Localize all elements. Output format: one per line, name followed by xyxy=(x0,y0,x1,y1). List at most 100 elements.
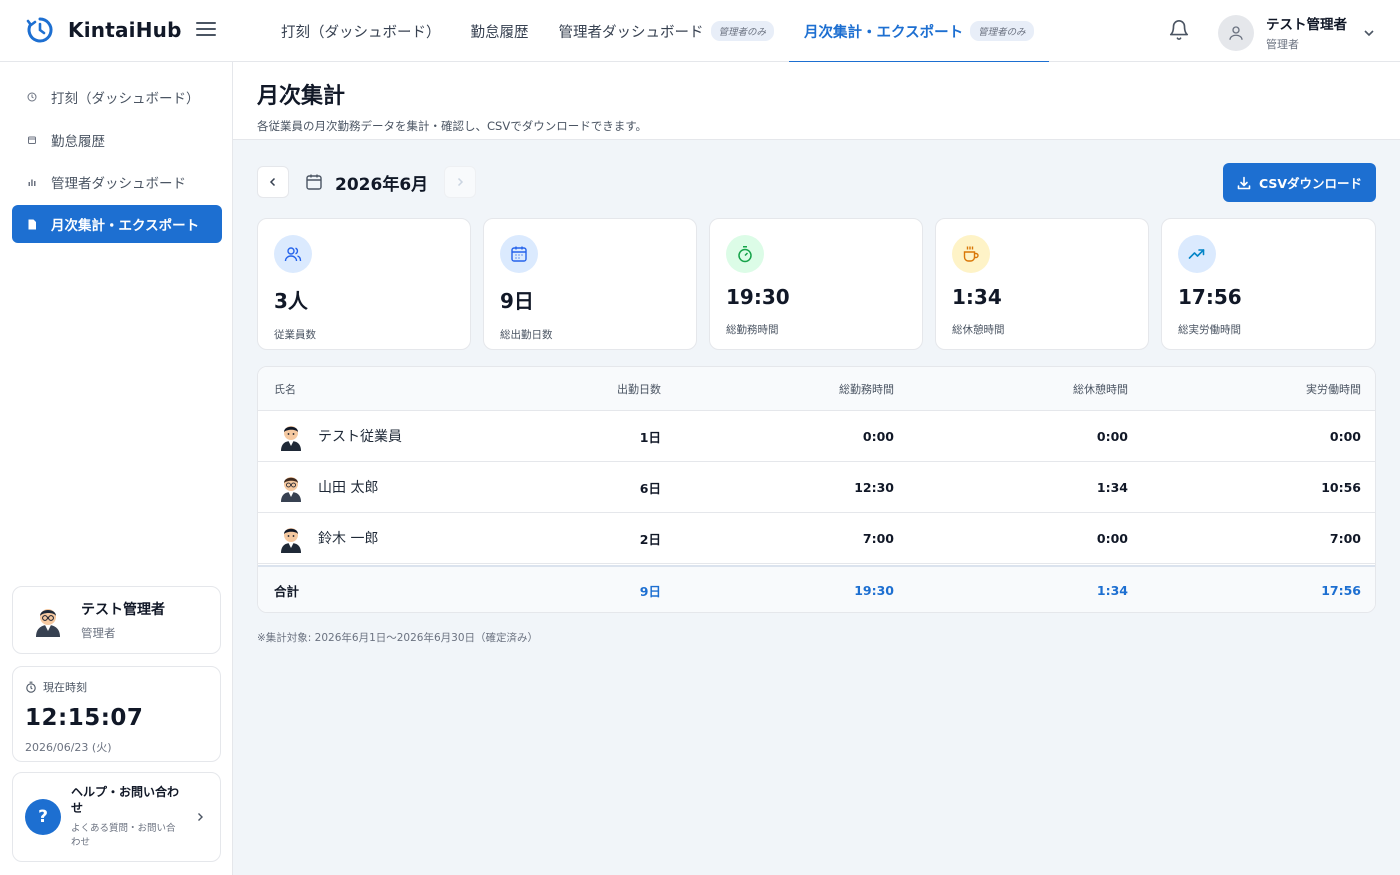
sidebar-item-admin-dashboard[interactable]: 管理者ダッシュボード xyxy=(12,163,222,201)
stat-card-total-break: 1:34 総休憩時間 xyxy=(935,218,1149,350)
question-icon: ? xyxy=(25,799,61,835)
sidebar-item-label: 管理者ダッシュボード xyxy=(51,176,186,192)
nav-tab-label: 勤怠履歴 xyxy=(470,24,529,41)
stat-label: 従業員数 xyxy=(274,329,316,341)
app-logo[interactable]: KintaiHub xyxy=(26,16,182,44)
cell-actual: 7:00 xyxy=(1329,530,1361,546)
col-header-break[interactable]: 総休憩時間 xyxy=(1073,381,1128,397)
calendar-icon xyxy=(306,174,322,190)
nav-tab-admin-dashboard[interactable]: 管理者ダッシュボード 管理者のみ xyxy=(544,0,790,62)
cell-work: 0:00 xyxy=(862,428,894,444)
user-role: 管理者 xyxy=(1266,38,1299,51)
next-month-button[interactable] xyxy=(444,166,477,198)
employee-name: 山田 太郎 xyxy=(318,480,379,496)
user-name: テスト管理者 xyxy=(1266,17,1347,33)
current-time-card: 現在時刻 12:15:07 2026/06/23 (火) xyxy=(12,666,221,762)
app-name: KintaiHub xyxy=(68,18,182,42)
user-menu[interactable]: テスト管理者 管理者 xyxy=(1218,13,1375,52)
month-selector: 2026年6月 xyxy=(257,166,477,198)
current-month: 2026年6月 xyxy=(335,174,429,195)
cell-days: 2日 xyxy=(639,531,661,547)
help-subtitle: よくある質問・お問い合わせ xyxy=(71,823,176,848)
calendar-icon xyxy=(27,135,37,145)
stat-value: 19:30 xyxy=(726,285,790,309)
nav-tab-history[interactable]: 勤怠履歴 xyxy=(456,0,544,62)
cell-days: 1日 xyxy=(639,429,661,445)
table-row[interactable]: 山田 太郎 6日 12:30 1:34 10:56 xyxy=(258,462,1375,513)
table-row[interactable]: テスト従業員 1日 0:00 0:00 0:00 xyxy=(258,411,1375,462)
monthly-summary-table: 氏名 出勤日数 総勤務時間 総休憩時間 実労働時間 テスト従業員 1日 0:00… xyxy=(257,366,1376,613)
stat-label: 総休憩時間 xyxy=(952,324,1005,336)
admin-only-badge: 管理者のみ xyxy=(970,21,1034,41)
total-actual: 17:56 xyxy=(1321,583,1361,598)
col-header-work[interactable]: 総勤務時間 xyxy=(839,381,894,397)
stat-value: 9日 xyxy=(500,289,534,313)
total-label: 合計 xyxy=(274,584,300,599)
stat-label: 総出勤日数 xyxy=(500,329,553,341)
stat-card-actual-work: 17:56 総実労働時間 xyxy=(1161,218,1376,350)
stopwatch-icon xyxy=(726,235,764,273)
table-total-row: 合計 9日 19:30 1:34 17:56 xyxy=(258,565,1375,612)
col-header-actual[interactable]: 実労働時間 xyxy=(1306,381,1361,397)
total-work: 19:30 xyxy=(854,583,894,598)
cell-break: 0:00 xyxy=(1096,530,1128,546)
col-header-days[interactable]: 出勤日数 xyxy=(617,381,661,397)
top-header: KintaiHub 打刻（ダッシュボード） 勤怠履歴 管理者ダッシュボード 管理者… xyxy=(0,0,1400,63)
calendar-icon xyxy=(500,235,538,273)
page-header: 月次集計 各従業員の月次勤務データを集計・確認し、CSVでダウンロードできます。 xyxy=(233,62,1400,140)
user-avatar xyxy=(1218,14,1254,51)
nav-tab-label: 打刻（ダッシュボード） xyxy=(281,24,441,41)
employee-avatar xyxy=(281,528,301,553)
employee-name: テスト従業員 xyxy=(318,429,402,445)
nav-tab-dashboard[interactable]: 打刻（ダッシュボード） xyxy=(266,0,456,62)
stat-value: 3人 xyxy=(274,289,308,313)
stat-card-attendance-days: 9日 総出勤日数 xyxy=(483,218,697,350)
prev-month-button[interactable] xyxy=(257,166,289,198)
sidebar-item-monthly-export[interactable]: 月次集計・エクスポート xyxy=(12,205,222,243)
user-icon xyxy=(1229,25,1243,40)
sidebar-item-label: 打刻（ダッシュボード） xyxy=(51,91,200,107)
cell-work: 12:30 xyxy=(854,479,894,495)
employee-avatar xyxy=(281,477,301,502)
clock-logo-icon xyxy=(26,17,53,43)
top-nav: 打刻（ダッシュボード） 勤怠履歴 管理者ダッシュボード 管理者のみ 月次集計・エク… xyxy=(266,0,1049,63)
document-icon xyxy=(27,219,37,229)
chevron-left-icon xyxy=(269,177,276,187)
nav-tab-label: 管理者ダッシュボード xyxy=(558,24,704,41)
stat-label: 総実労働時間 xyxy=(1178,324,1241,336)
sidebar: 打刻（ダッシュボード） 勤怠履歴 管理者ダッシュボード 月次集計・エクスポート … xyxy=(0,62,233,875)
sidebar-item-history[interactable]: 勤怠履歴 xyxy=(12,121,222,159)
stat-value: 1:34 xyxy=(952,285,1002,309)
col-header-name[interactable]: 氏名 xyxy=(274,381,296,397)
cell-work: 7:00 xyxy=(862,530,894,546)
clock-date: 2026/06/23 (火) xyxy=(25,741,112,754)
chevron-right-icon xyxy=(198,813,203,821)
sidebar-item-label: 月次集計・エクスポート xyxy=(51,218,200,234)
stat-card-employees: 3人 従業員数 xyxy=(257,218,471,350)
sidebar-user-role: 管理者 xyxy=(81,626,116,640)
clock-time: 12:15:07 xyxy=(25,705,144,731)
employee-name: 鈴木 一郎 xyxy=(318,531,379,547)
table-header: 氏名 出勤日数 総勤務時間 総休憩時間 実労働時間 xyxy=(258,367,1375,411)
chevron-down-icon xyxy=(1364,29,1374,36)
nav-tab-label: 月次集計・エクスポート xyxy=(804,24,964,41)
clock-label: 現在時刻 xyxy=(43,681,87,694)
total-break: 1:34 xyxy=(1096,583,1128,598)
bar-chart-icon xyxy=(27,177,37,187)
download-icon xyxy=(1237,176,1251,189)
coffee-icon xyxy=(952,235,990,273)
nav-tab-monthly-export[interactable]: 月次集計・エクスポート 管理者のみ xyxy=(789,0,1049,63)
bell-icon[interactable] xyxy=(1168,19,1190,41)
table-row[interactable]: 鈴木 一郎 2日 7:00 0:00 7:00 xyxy=(258,513,1375,564)
cell-actual: 10:56 xyxy=(1321,479,1361,495)
sidebar-user-card: テスト管理者 管理者 xyxy=(12,586,221,654)
page-description: 各従業員の月次勤務データを集計・確認し、CSVでダウンロードできます。 xyxy=(257,119,648,133)
stat-card-total-work: 19:30 総勤務時間 xyxy=(709,218,923,350)
admin-only-badge: 管理者のみ xyxy=(710,21,775,41)
csv-button-label: CSVダウンロード xyxy=(1258,176,1363,191)
sidebar-item-dashboard[interactable]: 打刻（ダッシュボード） xyxy=(12,78,222,116)
csv-download-button[interactable]: CSVダウンロード xyxy=(1223,163,1376,202)
help-card[interactable]: ? ヘルプ・お問い合わせ よくある質問・お問い合わせ xyxy=(12,772,221,862)
users-icon xyxy=(274,235,312,273)
menu-toggle-icon[interactable] xyxy=(196,22,216,40)
